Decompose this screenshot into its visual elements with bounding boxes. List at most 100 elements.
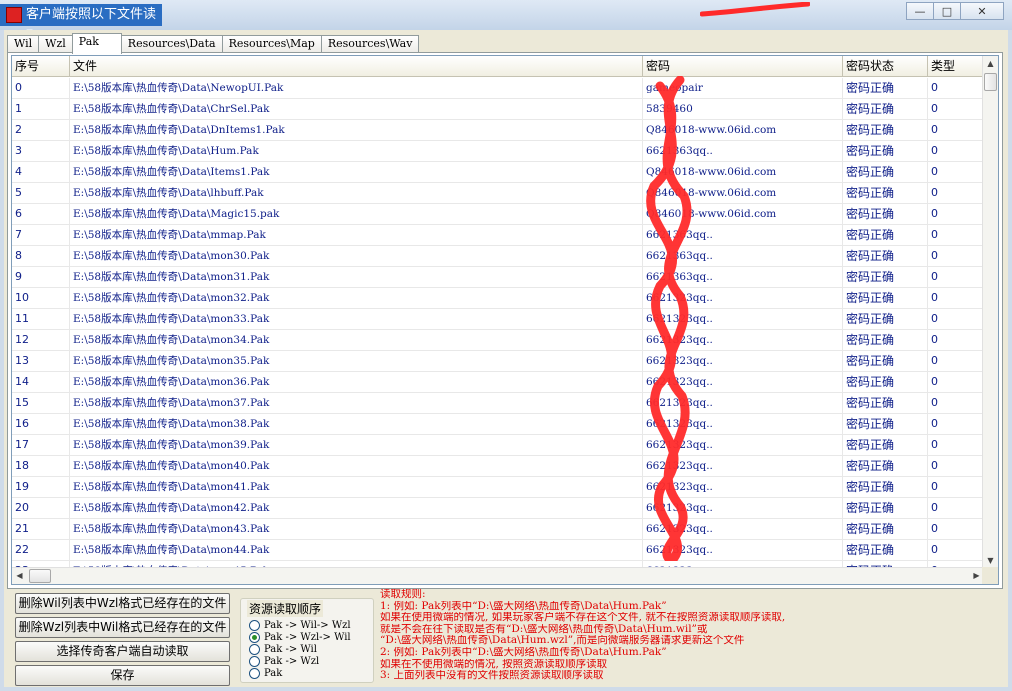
cell-file: E:\58版本库\热血传奇\Data\mon41.Pak [70, 477, 643, 498]
cell-type: 0 [928, 225, 984, 246]
cell-file: E:\58版本库\热血传奇\Data\mon38.Pak [70, 414, 643, 435]
cell-password-status: 密码正确 [843, 309, 928, 330]
red-scribble-mark [700, 2, 810, 17]
tab-pak[interactable]: Pak [71, 33, 122, 54]
cell-password-status: 密码正确 [843, 540, 928, 561]
order-option-pak-wil[interactable]: Pak -> Wil [249, 643, 317, 655]
table-row[interactable]: 9 E:\58版本库\热血传奇\Data\mon31.Pak 6621363qq..… [12, 267, 984, 288]
cell-index: 7 [12, 225, 70, 246]
cell-file: E:\58版本库\热血传奇\Data\mon40.Pak [70, 456, 643, 477]
delete-wil-duplicates-button[interactable]: 删除Wil列表中Wzl格式已经存在的文件 [15, 593, 230, 614]
vertical-scroll-thumb[interactable] [984, 73, 997, 91]
cell-password: 6621363qq.. [643, 141, 843, 162]
table-row[interactable]: 20 E:\58版本库\热血传奇\Data\mon42.Pak 6621323qq.… [12, 498, 984, 519]
column-header-password-status[interactable]: 密码状态 [843, 56, 928, 77]
column-header-password[interactable]: 密码 [643, 56, 843, 77]
table-row[interactable]: 14 E:\58版本库\热血传奇\Data\mon36.Pak 6621323qq.… [12, 372, 984, 393]
cell-index: 14 [12, 372, 70, 393]
save-button[interactable]: 保存 [15, 665, 230, 686]
cell-index: 13 [12, 351, 70, 372]
table-row[interactable]: 4 E:\58版本库\热血传奇\Data\Items1.Pak Q846018-ww… [12, 162, 984, 183]
cell-file: E:\58版本库\热血传奇\Data\mon32.Pak [70, 288, 643, 309]
cell-password-status: 密码正确 [843, 498, 928, 519]
table-row[interactable]: 10 E:\58版本库\热血传奇\Data\mon32.Pak 6621323qq.… [12, 288, 984, 309]
cell-type: 0 [928, 372, 984, 393]
table-row[interactable]: 13 E:\58版本库\热血传奇\Data\mon35.Pak 6621323qq.… [12, 351, 984, 372]
table-row[interactable]: 11 E:\58版本库\热血传奇\Data\mon33.Pak 6621323qq.… [12, 309, 984, 330]
cell-index: 0 [12, 78, 70, 99]
column-header-type[interactable]: 类型 [928, 56, 984, 77]
cell-file: E:\58版本库\热血传奇\Data\Magic15.pak [70, 204, 643, 225]
order-option-pak-wzl-wil[interactable]: Pak -> Wzl-> Wil [249, 631, 351, 643]
cell-type: 0 [928, 120, 984, 141]
cell-password: 6621323qq.. [643, 330, 843, 351]
table-row[interactable]: 6 E:\58版本库\热血传奇\Data\Magic15.pak Q846018-w… [12, 204, 984, 225]
table-row[interactable]: 3 E:\58版本库\热血传奇\Data\Hum.Pak 6621363qq.. 密码… [12, 141, 984, 162]
close-button[interactable]: ✕ [960, 2, 1004, 20]
column-header-file[interactable]: 文件 [70, 56, 643, 77]
table-row[interactable]: 1 E:\58版本库\热血传奇\Data\ChrSel.Pak 5839460 密码正… [12, 99, 984, 120]
order-option-pak-wzl[interactable]: Pak -> Wzl [249, 655, 319, 667]
tab-resources-map[interactable]: Resources\Map [221, 35, 322, 53]
table-row[interactable]: 5 E:\58版本库\热血传奇\Data\lhbuff.Pak Q846018-ww… [12, 183, 984, 204]
minimize-button[interactable]: — [906, 2, 934, 20]
radio-icon [249, 667, 260, 679]
tab-wil[interactable]: Wil [7, 35, 40, 53]
order-option-pak[interactable]: Pak [249, 667, 282, 679]
cell-password: 5839460 [643, 99, 843, 120]
cell-type: 0 [928, 540, 984, 561]
cell-password: 6621323qq.. [643, 498, 843, 519]
cell-file: E:\58版本库\热血传奇\Data\mon36.Pak [70, 372, 643, 393]
tab-wzl[interactable]: Wzl [38, 35, 73, 53]
cell-password-status: 密码正确 [843, 141, 928, 162]
file-table: 序号 文件 密码 密码状态 类型 0 E:\58版本库\热血传奇\Data\New… [11, 55, 999, 585]
cell-index: 2 [12, 120, 70, 141]
table-row[interactable]: 21 E:\58版本库\热血传奇\Data\mon43.Pak 6621323qq.… [12, 519, 984, 540]
radio-icon [249, 643, 260, 655]
tab-resources-data[interactable]: Resources\Data [120, 35, 223, 53]
table-row[interactable]: 15 E:\58版本库\热血传奇\Data\mon37.Pak 6621323qq.… [12, 393, 984, 414]
table-row[interactable]: 8 E:\58版本库\热血传奇\Data\mon30.Pak 6621363qq..… [12, 246, 984, 267]
cell-password: 6621323qq.. [643, 435, 843, 456]
rule-line: “D:\盛大网络\热血传奇\Data\Hum.wzl”,而是向微端服务器请求更新… [380, 635, 745, 647]
vertical-scrollbar[interactable]: ▲ ▼ [982, 56, 998, 568]
cell-password-status: 密码正确 [843, 330, 928, 351]
scroll-down-arrow-icon[interactable]: ▼ [983, 553, 998, 568]
table-row[interactable]: 0 E:\58版本库\热血传奇\Data\NewopUI.Pak gameopair… [12, 78, 984, 99]
cell-index: 21 [12, 519, 70, 540]
scroll-left-arrow-icon[interactable]: ◀ [12, 568, 27, 584]
cell-type: 0 [928, 498, 984, 519]
table-row[interactable]: 12 E:\58版本库\热血传奇\Data\mon34.Pak 6621323qq.… [12, 330, 984, 351]
table-row[interactable]: 18 E:\58版本库\热血传奇\Data\mon40.Pak 6621323qq.… [12, 456, 984, 477]
cell-password: 6621323qq.. [643, 456, 843, 477]
table-body: 0 E:\58版本库\热血传奇\Data\NewopUI.Pak gameopair… [12, 78, 984, 582]
horizontal-scroll-thumb[interactable] [29, 569, 51, 583]
cell-index: 3 [12, 141, 70, 162]
select-client-button[interactable]: 选择传奇客户端自动读取 [15, 641, 230, 662]
scroll-up-arrow-icon[interactable]: ▲ [983, 56, 998, 71]
table-row[interactable]: 22 E:\58版本库\热血传奇\Data\mon44.Pak 6621323qq.… [12, 540, 984, 561]
tab-resources-wav[interactable]: Resources\Wav [320, 35, 420, 53]
maximize-button[interactable]: □ [933, 2, 961, 20]
table-row[interactable]: 7 E:\58版本库\热血传奇\Data\mmap.Pak 6621363qq.. 密… [12, 225, 984, 246]
minimize-icon: — [914, 4, 926, 18]
cell-index: 22 [12, 540, 70, 561]
resource-order-group: 资源读取顺序 Pak -> Wil-> Wzl Pak -> Wzl-> Wil… [240, 598, 374, 683]
table-row[interactable]: 2 E:\58版本库\热血传奇\Data\DnItems1.Pak Q846018-… [12, 120, 984, 141]
window-controls: — □ ✕ [906, 2, 1004, 20]
cell-index: 18 [12, 456, 70, 477]
cell-password: Q846018-www.06id.com [643, 204, 843, 225]
table-row[interactable]: 17 E:\58版本库\热血传奇\Data\mon39.Pak 6621323qq.… [12, 435, 984, 456]
cell-password-status: 密码正确 [843, 351, 928, 372]
delete-wzl-duplicates-button[interactable]: 删除Wzl列表中Wil格式已经存在的文件 [15, 617, 230, 638]
order-option-pak-wil-wzl[interactable]: Pak -> Wil-> Wzl [249, 619, 351, 631]
radio-checked-icon [249, 631, 260, 643]
table-row[interactable]: 19 E:\58版本库\热血传奇\Data\mon41.Pak 6621323qq.… [12, 477, 984, 498]
cell-file: E:\58版本库\热血传奇\Data\Hum.Pak [70, 141, 643, 162]
column-header-index[interactable]: 序号 [12, 56, 70, 77]
cell-index: 9 [12, 267, 70, 288]
cell-index: 5 [12, 183, 70, 204]
table-row[interactable]: 16 E:\58版本库\热血传奇\Data\mon38.Pak 6621323qq.… [12, 414, 984, 435]
horizontal-scrollbar[interactable]: ◀ ▶ [12, 567, 984, 584]
cell-type: 0 [928, 330, 984, 351]
